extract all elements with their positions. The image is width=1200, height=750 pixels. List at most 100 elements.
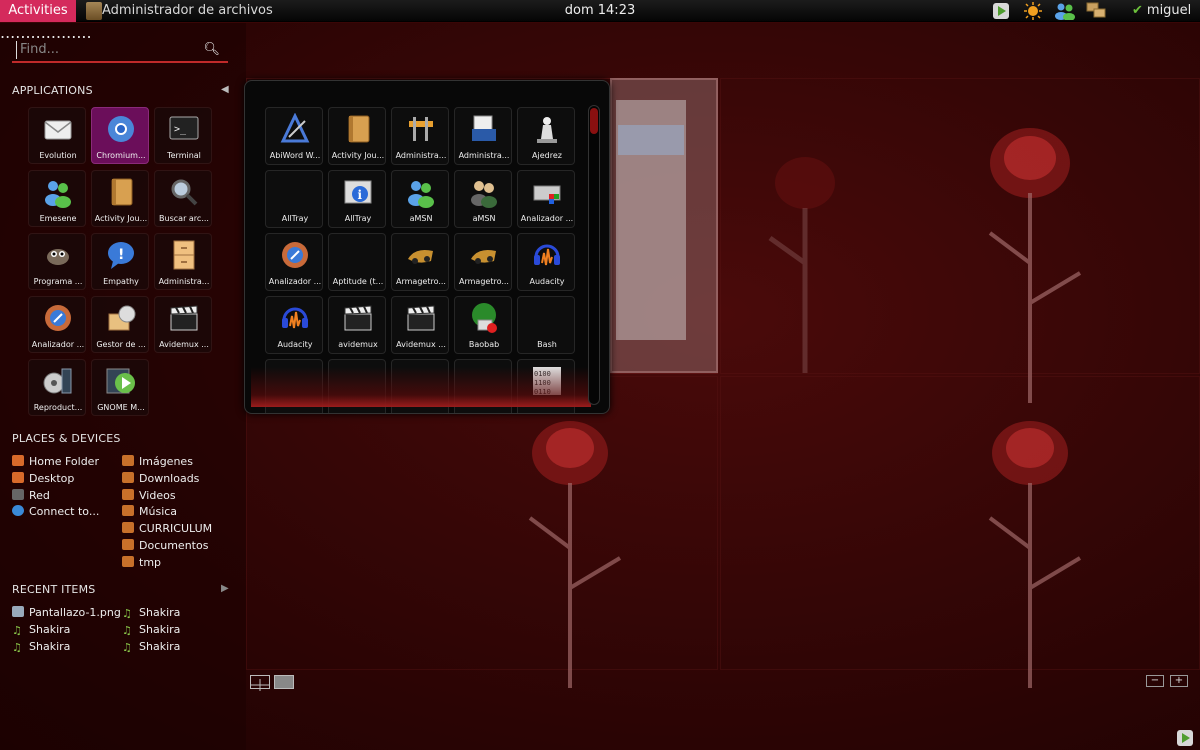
app-launcher[interactable]: Administra...: [391, 107, 449, 165]
rose-decoration: [988, 421, 1082, 688]
place-item[interactable]: Imágenes: [122, 455, 193, 468]
folder-icon: [122, 539, 134, 550]
app-launcher[interactable]: Analizador ...: [28, 296, 86, 353]
app-launcher[interactable]: Reproduct...: [28, 359, 86, 416]
update-icon[interactable]: [1176, 729, 1194, 747]
app-launcher[interactable]: Avidemux ...: [154, 296, 212, 353]
search-icon[interactable]: 🔍︎: [203, 42, 220, 57]
app-label: Audacity: [277, 340, 313, 349]
place-item[interactable]: Downloads: [122, 471, 199, 485]
app-label: Empathy: [103, 277, 139, 286]
folder-icon: [122, 471, 134, 483]
place-item[interactable]: Desktop: [12, 471, 75, 485]
place-item[interactable]: Home Folder: [12, 455, 99, 468]
activities-button[interactable]: Activities: [0, 0, 76, 22]
clapperboard-icon: [405, 302, 437, 334]
app-launcher[interactable]: Programa ...: [28, 233, 86, 290]
app-launcher[interactable]: GNOME M...: [91, 359, 149, 416]
app-launcher[interactable]: 0100 1100 0110: [517, 359, 575, 413]
app-launcher[interactable]: Administra...: [454, 107, 512, 165]
place-item[interactable]: Música: [122, 505, 177, 518]
app-launcher[interactable]: ! Empathy: [91, 233, 149, 290]
recent-item[interactable]: ♫ Shakira: [12, 639, 71, 654]
app-launcher[interactable]: Avidemux ...: [391, 296, 449, 354]
music-file-icon: ♫: [122, 623, 132, 637]
app-launcher[interactable]: AllTray: [265, 170, 323, 228]
single-view-button[interactable]: [274, 675, 294, 689]
app-launcher[interactable]: Analizador ...: [265, 233, 323, 291]
music-file-icon: ♫: [12, 623, 22, 637]
app-launcher[interactable]: Evolution: [28, 107, 86, 164]
audacity-icon: [531, 239, 563, 271]
app-launcher[interactable]: Aptitude (t...: [328, 233, 386, 291]
app-launcher[interactable]: Gestor de ...: [91, 296, 149, 353]
applications-heading[interactable]: APPLICATIONS: [12, 84, 93, 97]
app-launcher[interactable]: [328, 359, 386, 413]
app-launcher[interactable]: aMSN: [454, 170, 512, 228]
zoom-in-button[interactable]: +: [1170, 675, 1188, 687]
recent-item[interactable]: ♫ Shakira: [122, 623, 180, 637]
baobab-icon: [468, 302, 500, 334]
app-launcher[interactable]: AbiWord W...: [265, 107, 323, 165]
place-item[interactable]: Documentos: [122, 539, 208, 552]
place-item[interactable]: tmp: [122, 555, 161, 569]
messenger-icon: [42, 176, 74, 208]
app-launcher[interactable]: Administra...: [154, 233, 212, 290]
app-launcher[interactable]: Buscar arc...: [154, 170, 212, 227]
brightness-icon[interactable]: [1024, 2, 1042, 20]
grid-view-button[interactable]: [250, 675, 270, 691]
place-item[interactable]: CURRICULUM: [122, 522, 212, 535]
search-input[interactable]: Find... 🔍︎: [12, 39, 228, 63]
app-launcher[interactable]: avidemux: [328, 296, 386, 354]
place-item[interactable]: Connect to...: [12, 505, 99, 518]
folder-icon: [122, 555, 134, 567]
app-label: Activity Jou...: [94, 214, 148, 223]
recent-item[interactable]: Pantallazo-1.png: [12, 606, 121, 619]
collapse-arrow-icon[interactable]: ◀: [221, 84, 229, 95]
place-label: Desktop: [29, 471, 75, 485]
app-launcher[interactable]: Armagetro...: [454, 233, 512, 291]
app-launcher[interactable]: Activity Jou...: [91, 170, 149, 227]
app-launcher[interactable]: Audacity: [265, 296, 323, 354]
place-item[interactable]: Videos: [122, 488, 176, 502]
app-launcher[interactable]: Activity Jou...: [328, 107, 386, 165]
recent-item[interactable]: ♫ Shakira: [12, 623, 70, 637]
recent-item[interactable]: ♫ Shakira: [122, 606, 180, 620]
app-label: Activity Jou...: [331, 151, 385, 160]
app-launcher[interactable]: [454, 359, 512, 413]
svg-text:i: i: [358, 188, 363, 202]
scrollbar[interactable]: [588, 105, 600, 405]
app-launcher[interactable]: Armagetro...: [391, 233, 449, 291]
app-launcher[interactable]: Bash: [517, 296, 575, 354]
app-launcher[interactable]: Ajedrez: [517, 107, 575, 165]
users-icon: [468, 176, 500, 208]
app-launcher[interactable]: Audacity: [517, 233, 575, 291]
file-manager-icon[interactable]: [86, 2, 102, 20]
scrollbar-thumb[interactable]: [590, 108, 598, 134]
app-launcher[interactable]: Analizador ...: [517, 170, 575, 228]
window-preview[interactable]: [610, 78, 718, 373]
place-item[interactable]: Red: [12, 488, 50, 502]
contacts-icon[interactable]: [1054, 2, 1076, 20]
app-launcher[interactable]: [391, 359, 449, 413]
app-launcher[interactable]: Emesene: [28, 170, 86, 227]
recent-item[interactable]: ♫ Shakira: [122, 640, 180, 654]
svg-text:>_: >_: [174, 124, 187, 135]
clock[interactable]: dom 14:23: [565, 3, 635, 18]
expand-arrow-icon[interactable]: ▶: [221, 583, 229, 594]
app-launcher[interactable]: aMSN: [391, 170, 449, 228]
app-launcher[interactable]: i AllTray: [328, 170, 386, 228]
app-launcher[interactable]: Baobab: [454, 296, 512, 354]
app-menu-title[interactable]: Administrador de archivos: [102, 0, 273, 22]
search-files-icon: [168, 176, 200, 208]
app-label: Avidemux ...: [396, 340, 446, 349]
update-icon[interactable]: [992, 2, 1010, 20]
zoom-out-button[interactable]: −: [1146, 675, 1164, 687]
recent-heading[interactable]: RECENT ITEMS: [12, 583, 95, 596]
app-launcher[interactable]: Chromium...: [91, 107, 149, 164]
recent-label: Shakira: [29, 639, 71, 653]
app-launcher[interactable]: >_ Terminal: [154, 107, 212, 164]
app-launcher[interactable]: [265, 359, 323, 413]
user-menu[interactable]: ✔ miguel: [1132, 0, 1191, 22]
network-icon[interactable]: [1086, 2, 1106, 20]
